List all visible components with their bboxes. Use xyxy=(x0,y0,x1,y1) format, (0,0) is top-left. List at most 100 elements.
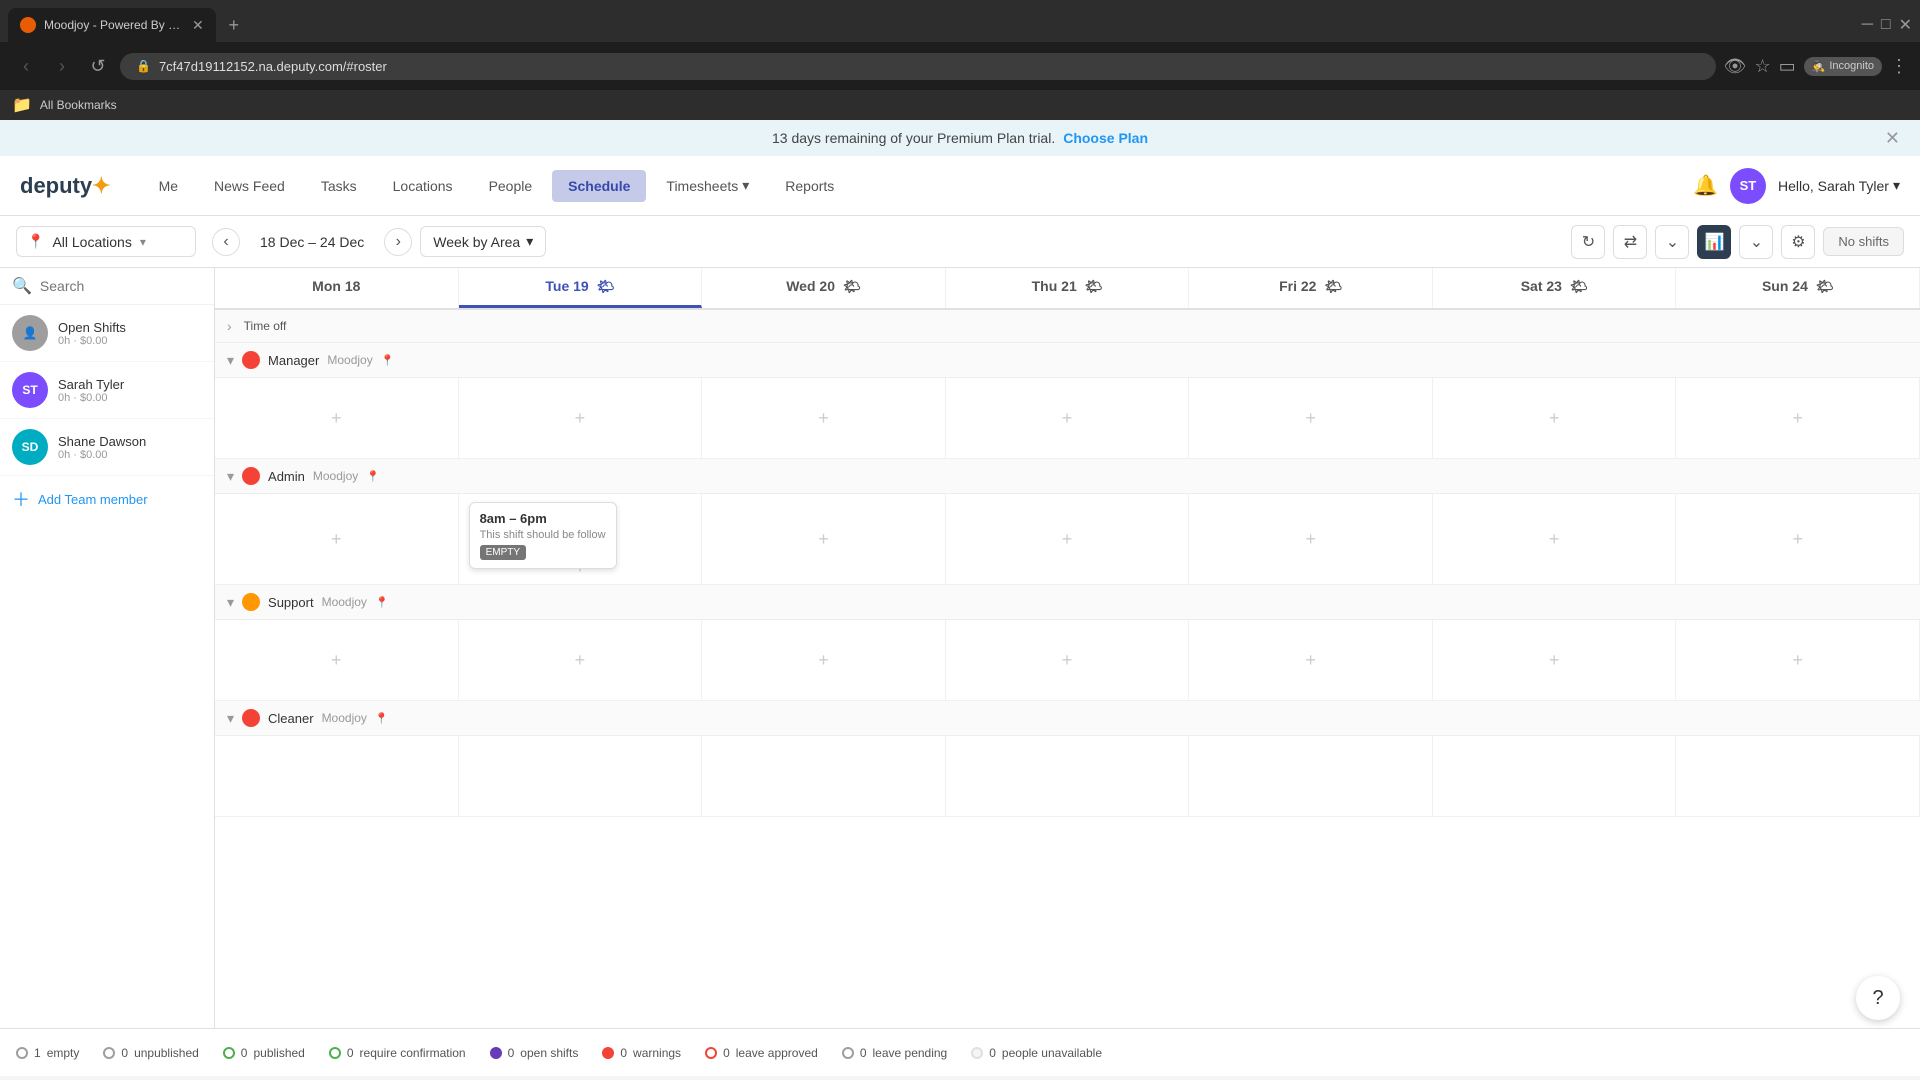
cleaner-cell-thu xyxy=(946,736,1190,816)
collapse-support-icon[interactable]: ▾ xyxy=(227,594,234,611)
support-cell-mon: + xyxy=(215,620,459,700)
reload-button[interactable]: ↺ xyxy=(84,52,112,80)
bookmarks-folder-icon: 📁 xyxy=(12,95,32,115)
trial-banner: 13 days remaining of your Premium Plan t… xyxy=(0,120,1920,156)
add-shift-mon-support[interactable]: + xyxy=(331,650,342,671)
location-select[interactable]: 📍 All Locations ▾ xyxy=(16,226,196,257)
add-team-member-button[interactable]: ＋ Add Team member xyxy=(0,476,214,522)
settings-button[interactable]: ⚙ xyxy=(1781,225,1815,259)
nav-me[interactable]: Me xyxy=(143,170,194,202)
add-shift-mon-admin[interactable]: + xyxy=(331,529,342,550)
cleaner-cell-mon xyxy=(215,736,459,816)
add-shift-sun-support[interactable]: + xyxy=(1793,650,1804,671)
banner-close-button[interactable]: ✕ xyxy=(1885,128,1900,149)
next-week-button[interactable]: › xyxy=(384,228,412,256)
sidebar-icon[interactable]: ▭ xyxy=(1779,56,1796,77)
unpublished-count: 0 xyxy=(121,1046,128,1060)
star-icon[interactable]: ☆ xyxy=(1754,56,1770,77)
admin-cell-fri: + xyxy=(1189,494,1433,584)
add-shift-tue-support[interactable]: + xyxy=(575,650,586,671)
menu-icon[interactable]: ⋮ xyxy=(1890,56,1908,77)
collapse-cleaner-icon[interactable]: ▾ xyxy=(227,710,234,727)
user-greeting[interactable]: Hello, Sarah Tyler ▾ xyxy=(1778,177,1900,194)
section-header-cleaner: ▾ Cleaner Moodjoy 📍 xyxy=(215,701,1920,736)
view-select[interactable]: Week by Area ▾ xyxy=(420,226,546,257)
tab-title: Moodjoy - Powered By Deputy xyxy=(44,18,184,32)
choose-plan-link[interactable]: Choose Plan xyxy=(1063,130,1148,146)
no-shifts-label: No shifts xyxy=(1838,234,1889,249)
empty-count: 1 xyxy=(34,1046,41,1060)
minimize-button[interactable]: ─ xyxy=(1862,16,1873,34)
col-header-tue: Tue 19 🌤 xyxy=(459,268,703,308)
add-shift-wed-support[interactable]: + xyxy=(818,650,829,671)
admin-row: + 8am – 6pm This shift should be follow … xyxy=(215,494,1920,585)
back-button[interactable]: ‹ xyxy=(12,52,40,80)
sidebar-item-sarah-tyler[interactable]: ST Sarah Tyler 0h · $0.00 xyxy=(0,362,214,419)
help-button[interactable]: ? xyxy=(1856,976,1900,1020)
add-shift-wed-admin[interactable]: + xyxy=(818,529,829,550)
nav-timesheets[interactable]: Timesheets ▾ xyxy=(650,169,765,202)
refresh-button[interactable]: ↻ xyxy=(1571,225,1605,259)
add-shift-sun-manager[interactable]: + xyxy=(1793,408,1804,429)
expand-button[interactable]: ⌄ xyxy=(1655,225,1689,259)
manager-pin-icon: 📍 xyxy=(381,354,395,367)
chart-dropdown-button[interactable]: ⌄ xyxy=(1739,225,1773,259)
unpublished-label: unpublished xyxy=(134,1046,199,1060)
question-mark-icon: ? xyxy=(1872,987,1883,1010)
search-input[interactable] xyxy=(40,278,215,294)
published-dot xyxy=(223,1047,235,1059)
add-shift-thu-manager[interactable]: + xyxy=(1062,408,1073,429)
collapse-time-off-icon[interactable]: › xyxy=(227,318,232,334)
add-shift-mon-manager[interactable]: + xyxy=(331,408,342,429)
active-tab[interactable]: Moodjoy - Powered By Deputy ✕ xyxy=(8,8,216,42)
collapse-manager-icon[interactable]: ▾ xyxy=(227,352,234,369)
sidebar-item-open-shifts[interactable]: 👤 Open Shifts 0h · $0.00 xyxy=(0,305,214,362)
forward-button[interactable]: › xyxy=(48,52,76,80)
sidebar-item-shane-dawson[interactable]: SD Shane Dawson 0h · $0.00 xyxy=(0,419,214,476)
nav-news-feed[interactable]: News Feed xyxy=(198,170,301,202)
add-shift-fri-support[interactable]: + xyxy=(1305,650,1316,671)
close-button[interactable]: ✕ xyxy=(1899,15,1912,35)
day-label-sun: Sun 24 🌤 xyxy=(1684,278,1911,295)
section-name-admin: Admin xyxy=(268,469,305,484)
nav-reports[interactable]: Reports xyxy=(769,170,850,202)
add-shift-thu-admin[interactable]: + xyxy=(1062,529,1073,550)
nav-tasks[interactable]: Tasks xyxy=(305,170,373,202)
support-cell-sat: + xyxy=(1433,620,1677,700)
add-shift-sat-manager[interactable]: + xyxy=(1549,408,1560,429)
shift-card-admin-tue[interactable]: 8am – 6pm This shift should be follow EM… xyxy=(469,502,617,569)
restore-button[interactable]: □ xyxy=(1881,16,1891,34)
status-warnings: 0 warnings xyxy=(602,1046,681,1060)
add-shift-tue-manager[interactable]: + xyxy=(575,408,586,429)
unpublished-dot xyxy=(103,1047,115,1059)
add-shift-fri-manager[interactable]: + xyxy=(1305,408,1316,429)
col-header-wed: Wed 20 🌤 xyxy=(702,268,946,308)
address-bar[interactable]: 🔒 7cf47d19112152.na.deputy.com/#roster xyxy=(120,53,1716,80)
add-shift-sun-admin[interactable]: + xyxy=(1793,529,1804,550)
add-shift-fri-admin[interactable]: + xyxy=(1305,529,1316,550)
new-tab-button[interactable]: + xyxy=(220,11,248,39)
shift-empty-badge: EMPTY xyxy=(480,545,526,560)
nav-locations[interactable]: Locations xyxy=(377,170,469,202)
weather-icon-tue: 🌤 xyxy=(597,278,615,294)
nav-schedule[interactable]: Schedule xyxy=(552,170,646,202)
add-shift-wed-manager[interactable]: + xyxy=(818,408,829,429)
section-time-off: › Time off xyxy=(215,310,1920,343)
prev-week-button[interactable]: ‹ xyxy=(212,228,240,256)
view-mode-button[interactable]: 📊 xyxy=(1697,225,1731,259)
nav-people[interactable]: People xyxy=(473,170,549,202)
status-empty: 1 empty xyxy=(16,1046,79,1060)
section-header-manager: ▾ Manager Moodjoy 📍 xyxy=(215,343,1920,378)
notifications-bell-icon[interactable]: 🔔 xyxy=(1693,173,1718,198)
add-shift-thu-support[interactable]: + xyxy=(1062,650,1073,671)
support-color-dot xyxy=(242,593,260,611)
auto-schedule-button[interactable]: ⇄ xyxy=(1613,225,1647,259)
add-shift-sat-support[interactable]: + xyxy=(1549,650,1560,671)
sidebar: 🔍 ≡ ▾ 👤 Open Shifts 0h · $0.00 ST xyxy=(0,268,215,1028)
search-icon: 🔍 xyxy=(12,276,32,296)
add-shift-sat-admin[interactable]: + xyxy=(1549,529,1560,550)
collapse-admin-icon[interactable]: ▾ xyxy=(227,468,234,485)
tab-close-button[interactable]: ✕ xyxy=(192,17,204,34)
all-bookmarks[interactable]: All Bookmarks xyxy=(40,98,117,112)
cleaner-pin-icon: 📍 xyxy=(375,712,389,725)
